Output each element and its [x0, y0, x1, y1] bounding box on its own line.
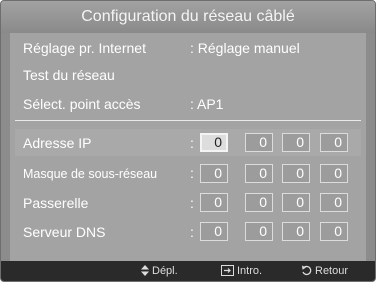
gateway-octet-3-field[interactable]: 0	[282, 193, 310, 212]
return-hint-label: Retour	[315, 265, 349, 277]
enter-hint-label: Intro.	[237, 265, 263, 277]
internet-setting-label[interactable]: Réglage pr. Internet	[23, 40, 146, 56]
subnet-octet-1-field[interactable]: 0	[200, 164, 228, 183]
settings-panel: Réglage pr. Internet : Réglage manuel Te…	[10, 33, 366, 261]
help-bar: Dépl. Intro. Retour	[1, 261, 375, 281]
ip-octet-1-field[interactable]: 0	[200, 133, 228, 152]
gateway-octet-1-field[interactable]: 0	[200, 193, 228, 212]
colon: :	[190, 195, 194, 211]
access-point-value[interactable]: : AP1	[190, 96, 223, 112]
gateway-octet-2-field[interactable]: 0	[245, 193, 273, 212]
enter-hint: Intro.	[221, 261, 262, 281]
dialog-title: Configuration du réseau câblé	[1, 1, 375, 33]
ip-octet-3-field[interactable]: 0	[282, 133, 310, 152]
enter-icon	[221, 265, 234, 276]
dns-server-label[interactable]: Serveur DNS	[23, 224, 105, 240]
dns-octet-1-field[interactable]: 0	[200, 222, 228, 241]
colon: :	[190, 135, 194, 151]
network-test-item[interactable]: Test du réseau	[23, 67, 115, 83]
ip-octet-4-field[interactable]: 0	[320, 133, 348, 152]
colon: :	[190, 165, 194, 181]
subnet-octet-2-field[interactable]: 0	[245, 164, 273, 183]
colon: :	[190, 224, 194, 240]
dns-octet-3-field[interactable]: 0	[282, 222, 310, 241]
subnet-octet-4-field[interactable]: 0	[320, 164, 348, 183]
updown-arrows-icon	[141, 265, 149, 276]
gateway-label[interactable]: Passerelle	[23, 195, 88, 211]
ip-octet-2-field[interactable]: 0	[245, 133, 273, 152]
network-setup-dialog: Configuration du réseau câblé Réglage pr…	[0, 0, 376, 282]
return-hint: Retour	[301, 261, 348, 281]
gateway-octet-4-field[interactable]: 0	[320, 193, 348, 212]
move-hint: Dépl.	[141, 261, 178, 281]
subnet-mask-label[interactable]: Masque de sous-réseau	[23, 167, 157, 181]
subnet-octet-3-field[interactable]: 0	[282, 164, 310, 183]
dns-octet-2-field[interactable]: 0	[245, 222, 273, 241]
move-hint-label: Dépl.	[152, 265, 178, 277]
return-icon	[302, 265, 312, 276]
ip-address-label[interactable]: Adresse IP	[23, 135, 91, 151]
separator	[15, 120, 361, 121]
internet-setting-value[interactable]: : Réglage manuel	[190, 40, 300, 56]
dns-octet-4-field[interactable]: 0	[320, 222, 348, 241]
access-point-label[interactable]: Sélect. point accès	[23, 96, 141, 112]
